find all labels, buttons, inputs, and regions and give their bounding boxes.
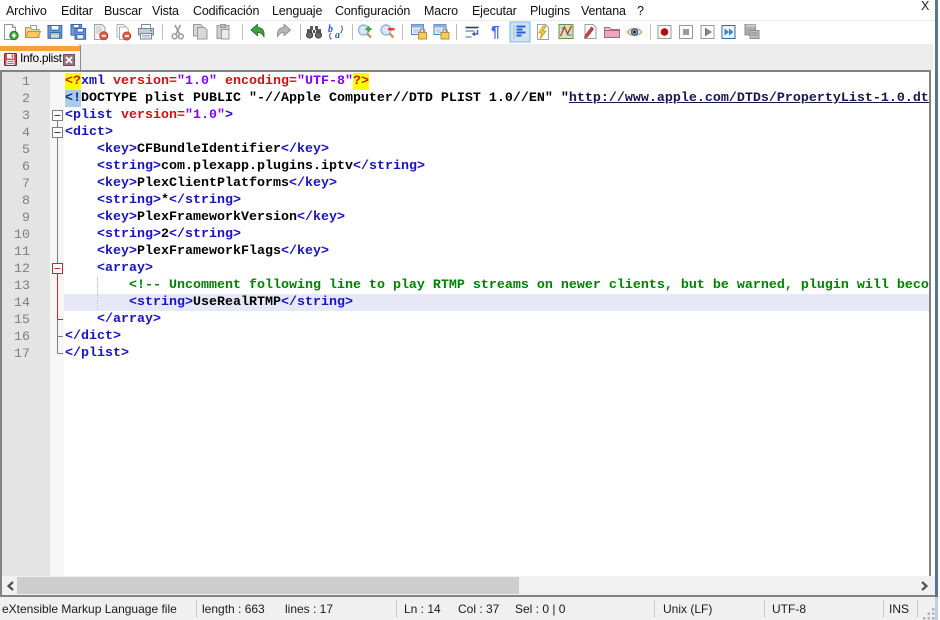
svg-text:a: a: [335, 30, 340, 41]
svg-text:¶: ¶: [491, 24, 500, 41]
